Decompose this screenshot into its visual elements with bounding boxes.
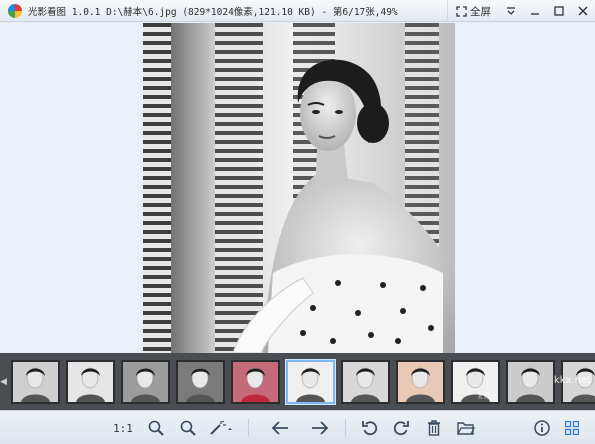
thumbnail-strip: ◀ [0,353,595,410]
app-version: 1.0.1 [71,6,101,18]
minimize-button[interactable] [523,0,547,22]
menu-button[interactable] [499,0,523,22]
thumbnail-item[interactable] [120,359,170,404]
thumbnail-list [7,359,595,404]
close-button[interactable] [571,0,595,22]
info-icon [534,420,550,436]
rotate-right-button[interactable] [390,417,412,439]
grid-view-button[interactable] [561,417,583,439]
title-bar: 光影看图 1.0.1 D:\赫本\6.jpg (829*1024像素,121.1… [0,0,595,22]
thumbnail-item[interactable] [175,359,225,404]
thumbnail-image [67,361,113,402]
toolbar-separator [248,419,249,437]
next-image-button[interactable] [308,417,332,439]
close-icon [578,6,588,16]
thumbnail-image [397,361,443,402]
zoom-out-button[interactable] [177,417,199,439]
window-title: 光影看图 1.0.1 D:\赫本\6.jpg (829*1024像素,121.1… [28,4,398,18]
window-controls: 全屏 [447,0,595,22]
thumbnail-image [342,361,388,402]
trash-icon [428,420,440,436]
thumbnail-image [12,361,58,402]
image-position: - 第6/17张,49% [321,6,398,18]
magic-wand-icon [210,420,232,435]
zoom-in-button[interactable] [145,417,167,439]
main-photo [143,23,455,353]
thumbnail-item[interactable] [10,359,60,404]
thumbnail-image [232,361,278,402]
zoom-out-icon [180,420,196,436]
watermark: kkx.net [553,375,591,386]
rotate-left-button[interactable] [359,417,381,439]
image-info-button[interactable] [531,417,553,439]
magic-wand-button[interactable] [206,417,236,439]
rotate-right-icon [393,421,409,436]
file-info: (829*1024像素,121.10 KB) [182,6,316,18]
thumbnail-image [287,361,333,402]
open-folder-button[interactable] [455,417,477,439]
actual-size-button[interactable]: 1:1 [112,417,134,439]
image-viewer[interactable] [0,23,595,353]
bottom-toolbar: 1:1 [0,410,595,444]
grid-icon [565,421,579,435]
thumbnail-item[interactable] [395,359,445,404]
thumbnail-item[interactable] [340,359,390,404]
thumbnail-item[interactable] [65,359,115,404]
previous-image-button[interactable] [268,417,292,439]
fullscreen-label: 全屏 [470,5,491,18]
thumbnail-image [177,361,223,402]
photo-illustration [143,23,455,353]
menu-dropdown-icon [507,7,515,15]
watermark-brand: kkx [478,392,497,402]
zoom-in-icon [148,420,164,436]
app-logo-icon [8,3,22,18]
fullscreen-button[interactable]: 全屏 [447,0,499,22]
delete-button[interactable] [423,417,445,439]
thumbnail-item[interactable] [505,359,555,404]
thumbnail-image [122,361,168,402]
thumbnail-item[interactable] [230,359,280,404]
toolbar-separator [345,419,346,437]
app-name: 光影看图 [28,6,67,18]
arrow-right-icon [312,421,329,435]
rotate-left-icon [362,421,378,436]
minimize-icon [531,13,539,15]
maximize-icon [554,6,564,16]
arrow-left-icon [271,421,288,435]
maximize-button[interactable] [547,0,571,22]
strip-scroll-left-icon[interactable]: ◀ [0,353,7,410]
file-path: D:\赫本\6.jpg [106,6,177,18]
thumbnail-item[interactable] [285,359,335,404]
thumbnail-image [507,361,553,402]
fullscreen-icon [456,5,467,17]
folder-icon [457,422,475,435]
